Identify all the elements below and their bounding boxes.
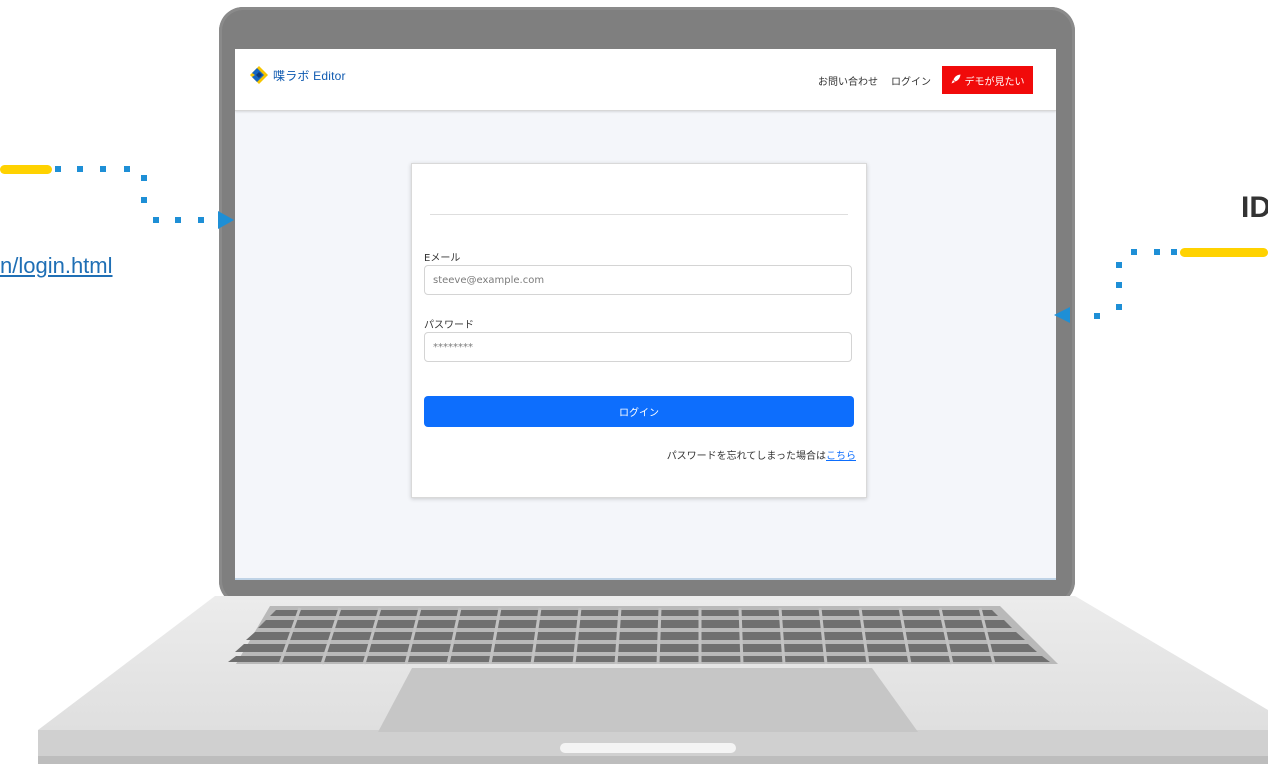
- email-field[interactable]: [424, 265, 852, 295]
- card-divider: [430, 214, 848, 215]
- login-url-link[interactable]: n/login.html: [0, 253, 113, 279]
- forgot-password-prefix: パスワードを忘れてしまった場合は: [666, 451, 826, 462]
- forgot-password-text: パスワードを忘れてしまった場合はこちら: [667, 447, 856, 462]
- nav-login-link[interactable]: ログイン: [891, 73, 931, 88]
- rocket-icon: [951, 74, 961, 87]
- brand[interactable]: 喋ラボ Editor: [249, 65, 346, 85]
- forgot-password-link[interactable]: こちら: [826, 451, 856, 462]
- password-field[interactable]: [424, 332, 852, 362]
- id-heading: ID: [1241, 191, 1268, 224]
- nav-contact-link[interactable]: お問い合わせ: [818, 73, 878, 88]
- login-button[interactable]: ログイン: [424, 396, 854, 427]
- login-card: Eメール パスワード ログイン パスワードを忘れてしまった場合はこちら: [411, 163, 867, 498]
- brand-name: 喋ラボ Editor: [273, 68, 346, 83]
- laptop-base: [38, 596, 1268, 764]
- brand-logo-icon: [250, 66, 268, 84]
- browser-screen: 喋ラボ Editor お問い合わせ ログイン デモが見たい Eメール パスワード…: [235, 49, 1056, 579]
- email-label: Eメール: [424, 253, 461, 264]
- navbar: 喋ラボ Editor お問い合わせ ログイン デモが見たい: [235, 49, 1056, 111]
- demo-button-label: デモが見たい: [964, 76, 1025, 88]
- demo-button[interactable]: デモが見たい: [942, 66, 1033, 94]
- screen-edge: [235, 578, 1056, 580]
- password-label: パスワード: [424, 320, 474, 331]
